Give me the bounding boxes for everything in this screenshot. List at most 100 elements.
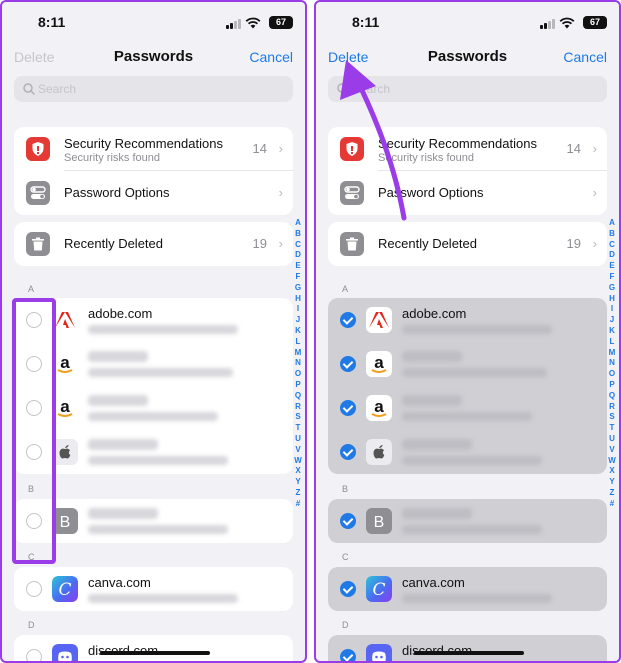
- checkmark-icon[interactable]: [340, 513, 356, 529]
- index-letter[interactable]: M: [295, 348, 302, 359]
- password-row[interactable]: [328, 430, 607, 474]
- index-letter[interactable]: N: [609, 358, 615, 369]
- site-name: adobe.com: [88, 306, 153, 321]
- section-index[interactable]: A B C D E F G H I J K L M N O P Q R S T U V W X Y Z #: [293, 218, 303, 510]
- redacted-site: [88, 439, 158, 450]
- section-index[interactable]: A B C D E F G H I J K L M N O P Q R S T U V W X Y Z #: [607, 218, 617, 510]
- index-letter[interactable]: B: [295, 229, 301, 240]
- index-letter[interactable]: P: [295, 380, 300, 391]
- index-letter[interactable]: H: [609, 294, 615, 305]
- index-letter[interactable]: E: [609, 261, 614, 272]
- index-letter[interactable]: P: [609, 380, 614, 391]
- security-recommendations-row[interactable]: Security Recommendations Security risks …: [328, 127, 607, 171]
- index-letter[interactable]: A: [609, 218, 615, 229]
- index-letter[interactable]: C: [295, 240, 301, 251]
- checkmark-icon[interactable]: [340, 649, 356, 661]
- select-circle[interactable]: [26, 312, 42, 328]
- index-letter[interactable]: I: [297, 304, 299, 315]
- checkmark-icon[interactable]: [340, 581, 356, 597]
- password-row[interactable]: discord.com: [328, 635, 607, 661]
- index-letter[interactable]: N: [295, 358, 301, 369]
- index-letter[interactable]: Y: [609, 477, 614, 488]
- password-row[interactable]: [14, 430, 293, 474]
- select-circle[interactable]: [26, 581, 42, 597]
- index-letter[interactable]: L: [296, 337, 301, 348]
- index-letter[interactable]: Z: [296, 488, 301, 499]
- index-letter[interactable]: S: [609, 412, 614, 423]
- select-circle[interactable]: [26, 649, 42, 661]
- index-letter[interactable]: W: [294, 456, 302, 467]
- index-letter[interactable]: Y: [295, 477, 300, 488]
- cancel-button[interactable]: Cancel: [563, 49, 607, 65]
- index-letter[interactable]: Z: [610, 488, 615, 499]
- index-letter[interactable]: F: [296, 272, 301, 283]
- checkmark-icon[interactable]: [340, 444, 356, 460]
- index-letter[interactable]: A: [295, 218, 301, 229]
- search-input[interactable]: [38, 80, 238, 98]
- index-letter[interactable]: X: [609, 466, 614, 477]
- index-letter[interactable]: E: [295, 261, 300, 272]
- password-row[interactable]: C canva.com: [328, 567, 607, 611]
- index-letter[interactable]: D: [295, 250, 301, 261]
- index-letter[interactable]: X: [295, 466, 300, 477]
- password-row[interactable]: B: [14, 499, 293, 543]
- password-options-row[interactable]: Password Options ›: [328, 171, 607, 215]
- search-bar[interactable]: [14, 76, 293, 102]
- password-row[interactable]: a: [14, 342, 293, 386]
- index-letter[interactable]: K: [295, 326, 301, 337]
- index-letter[interactable]: Q: [295, 391, 301, 402]
- index-letter[interactable]: K: [609, 326, 615, 337]
- security-recommendations-row[interactable]: Security Recommendations Security risks …: [14, 127, 293, 171]
- delete-button[interactable]: Delete: [14, 49, 54, 65]
- select-circle[interactable]: [26, 400, 42, 416]
- index-letter[interactable]: J: [610, 315, 614, 326]
- index-letter[interactable]: R: [609, 402, 615, 413]
- index-letter[interactable]: J: [296, 315, 300, 326]
- password-options-row[interactable]: Password Options ›: [14, 171, 293, 215]
- checkmark-icon[interactable]: [340, 356, 356, 372]
- index-letter[interactable]: R: [295, 402, 301, 413]
- index-letter[interactable]: W: [608, 456, 616, 467]
- index-letter[interactable]: #: [296, 499, 300, 510]
- index-letter[interactable]: U: [609, 434, 615, 445]
- checkmark-icon[interactable]: [340, 400, 356, 416]
- index-letter[interactable]: U: [295, 434, 301, 445]
- index-letter[interactable]: F: [610, 272, 615, 283]
- index-letter[interactable]: C: [609, 240, 615, 251]
- password-row[interactable]: a: [328, 342, 607, 386]
- index-letter[interactable]: M: [609, 348, 616, 359]
- index-letter[interactable]: G: [295, 283, 301, 294]
- recently-deleted-row[interactable]: Recently Deleted 19 ›: [14, 222, 293, 266]
- password-row[interactable]: discord.com: [14, 635, 293, 661]
- index-letter[interactable]: H: [295, 294, 301, 305]
- password-row[interactable]: adobe.com: [14, 298, 293, 342]
- index-letter[interactable]: D: [609, 250, 615, 261]
- select-circle[interactable]: [26, 513, 42, 529]
- password-row[interactable]: a: [14, 386, 293, 430]
- select-circle[interactable]: [26, 356, 42, 372]
- password-row[interactable]: adobe.com: [328, 298, 607, 342]
- index-letter[interactable]: Q: [609, 391, 615, 402]
- cancel-button[interactable]: Cancel: [249, 49, 293, 65]
- password-row[interactable]: a: [328, 386, 607, 430]
- search-input[interactable]: [352, 80, 552, 98]
- index-letter[interactable]: S: [295, 412, 300, 423]
- index-letter[interactable]: T: [296, 423, 301, 434]
- password-row[interactable]: B: [328, 499, 607, 543]
- index-letter[interactable]: B: [609, 229, 615, 240]
- index-letter[interactable]: O: [295, 369, 301, 380]
- index-letter[interactable]: V: [295, 445, 300, 456]
- password-row[interactable]: C canva.com: [14, 567, 293, 611]
- select-circle[interactable]: [26, 444, 42, 460]
- search-bar[interactable]: [328, 76, 607, 102]
- delete-button[interactable]: Delete: [328, 49, 368, 65]
- index-letter[interactable]: I: [611, 304, 613, 315]
- index-letter[interactable]: #: [610, 499, 614, 510]
- index-letter[interactable]: L: [610, 337, 615, 348]
- checkmark-icon[interactable]: [340, 312, 356, 328]
- recently-deleted-row[interactable]: Recently Deleted 19 ›: [328, 222, 607, 266]
- index-letter[interactable]: V: [609, 445, 614, 456]
- index-letter[interactable]: G: [609, 283, 615, 294]
- index-letter[interactable]: T: [610, 423, 615, 434]
- index-letter[interactable]: O: [609, 369, 615, 380]
